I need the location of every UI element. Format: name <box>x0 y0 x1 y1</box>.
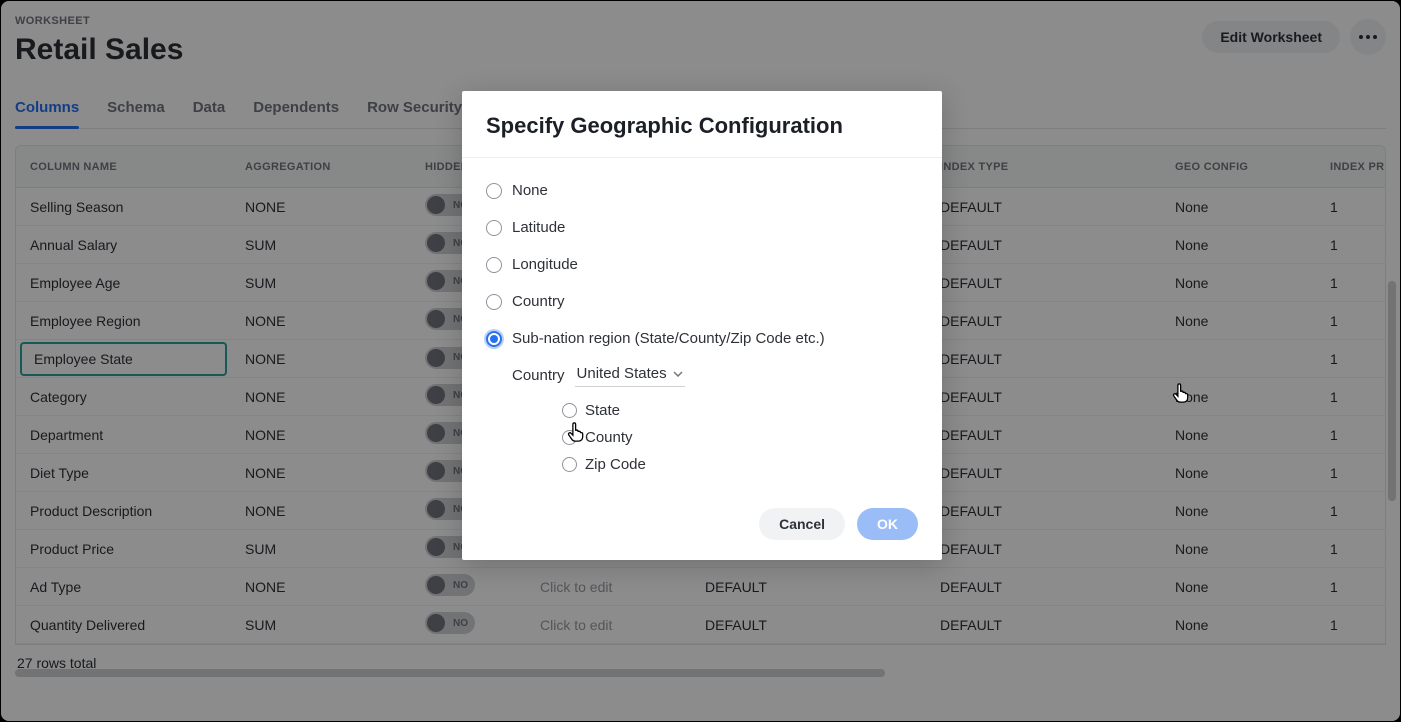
chevron-down-icon <box>673 371 683 377</box>
radio-label: Longitude <box>512 256 578 273</box>
radio-label: Zip Code <box>585 456 646 473</box>
country-select[interactable]: United States <box>575 363 685 387</box>
dialog-header: Specify Geographic Configuration <box>462 91 942 158</box>
geo-config-dialog: Specify Geographic Configuration None La… <box>462 91 942 560</box>
radio-label: Latitude <box>512 219 565 236</box>
radio-icon <box>562 403 577 418</box>
dialog-title: Specify Geographic Configuration <box>486 113 918 139</box>
sub-radio-county[interactable]: County <box>562 424 918 451</box>
radio-label: None <box>512 182 548 199</box>
cancel-button[interactable]: Cancel <box>759 508 845 540</box>
sub-radio-state[interactable]: State <box>562 397 918 424</box>
sub-radio-zip[interactable]: Zip Code <box>562 451 918 478</box>
radio-option-subnation[interactable]: Sub-nation region (State/County/Zip Code… <box>486 320 918 357</box>
pointer-cursor-icon <box>1171 382 1193 404</box>
radio-icon <box>486 183 502 199</box>
country-value: United States <box>577 365 667 382</box>
radio-option-none[interactable]: None <box>486 172 918 209</box>
dialog-footer: Cancel OK <box>462 496 942 560</box>
subnation-block: Country United States State County <box>486 357 918 478</box>
radio-label: State <box>585 402 620 419</box>
radio-icon-selected <box>486 331 502 347</box>
country-row: Country United States <box>512 357 918 397</box>
radio-icon <box>486 220 502 236</box>
radio-icon <box>562 457 577 472</box>
ok-button[interactable]: OK <box>857 508 918 540</box>
radio-icon <box>486 294 502 310</box>
radio-label: County <box>585 429 633 446</box>
dialog-body: None Latitude Longitude Country Sub-nati… <box>462 158 942 496</box>
country-label: Country <box>512 367 565 384</box>
radio-label: Country <box>512 293 565 310</box>
pointer-cursor-icon <box>566 421 588 443</box>
radio-icon <box>486 257 502 273</box>
radio-option-country[interactable]: Country <box>486 283 918 320</box>
radio-label: Sub-nation region (State/County/Zip Code… <box>512 330 825 347</box>
app-window: WORKSHEET Retail Sales Edit Worksheet Co… <box>1 1 1400 721</box>
radio-option-latitude[interactable]: Latitude <box>486 209 918 246</box>
radio-option-longitude[interactable]: Longitude <box>486 246 918 283</box>
